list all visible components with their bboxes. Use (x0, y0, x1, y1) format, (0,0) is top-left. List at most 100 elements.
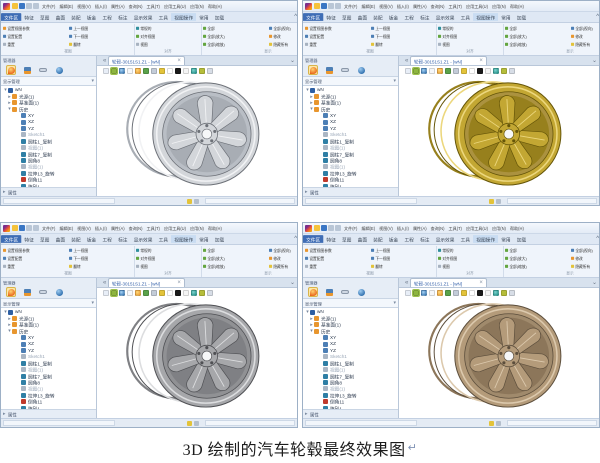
ribbon-tab-display[interactable]: 显示效果 (131, 13, 156, 21)
display-manage-dropdown[interactable]: 显示管理 ▾ (1, 77, 96, 86)
undo-icon[interactable] (26, 3, 32, 9)
ribbon-tab-engineering[interactable]: 工程 (99, 235, 115, 243)
ribbon-button[interactable]: 修改 (571, 34, 599, 39)
realistic-orange-icon[interactable] (437, 290, 443, 296)
background-black-icon[interactable] (477, 68, 483, 74)
material-green-icon[interactable] (445, 290, 451, 296)
edit-yellow-icon[interactable] (461, 290, 467, 296)
ribbon-button[interactable]: 全部(缩放) (505, 264, 545, 269)
menu-application[interactable]: 应用(N) (188, 3, 206, 9)
scene-gray-icon[interactable] (151, 290, 157, 296)
background-white-icon[interactable] (469, 290, 475, 296)
ribbon-button[interactable]: 设置配置 (3, 256, 43, 261)
scene-gray-icon[interactable] (151, 68, 157, 74)
document-tab[interactable]: 轮毂-30151S1.Z1 - [wN] × (108, 278, 185, 287)
design-tree-tab[interactable] (6, 287, 16, 297)
ribbon-button[interactable]: 对齐视图 (136, 256, 176, 261)
menu-app-tools[interactable]: 应用工具(U) (464, 3, 490, 9)
ribbon-tab-annotation[interactable]: 标注 (417, 235, 433, 243)
ribbon-button[interactable]: 全部 (203, 26, 243, 31)
tab-list-icon[interactable]: ⌄ (592, 279, 597, 286)
tab-scroll-left-icon[interactable]: « (103, 58, 106, 64)
ribbon-button[interactable]: 下一视图 (371, 34, 411, 39)
ribbon-button[interactable]: 视图 (438, 264, 478, 269)
save-icon[interactable] (321, 3, 327, 9)
save-icon[interactable] (321, 225, 327, 231)
ribbon-button[interactable]: 全部(放大) (505, 256, 545, 261)
material-green-icon[interactable] (445, 68, 451, 74)
menu-query[interactable]: 查询(N) (429, 3, 447, 9)
menu-attribute[interactable]: 属性(A) (411, 3, 429, 9)
menu-app-tools[interactable]: 应用工具(U) (464, 225, 490, 231)
ribbon-button[interactable]: 对齐视图 (136, 34, 176, 39)
stamp-tab[interactable] (22, 65, 32, 75)
ribbon-collapse-button[interactable]: ^ (294, 14, 297, 20)
paper-icon[interactable] (183, 68, 189, 74)
ribbon-tab-tools[interactable]: 工具 (156, 13, 172, 21)
realistic-orange-icon[interactable] (135, 290, 141, 296)
ribbon-tab-file[interactable]: 文件区 (303, 235, 324, 243)
menu-attribute[interactable]: 属性(A) (109, 225, 127, 231)
menu-insert[interactable]: 插入(I) (93, 225, 109, 231)
ribbon-tab-file[interactable]: 文件区 (303, 13, 324, 21)
orbit-blue-icon[interactable] (421, 68, 427, 74)
ribbon-tab-load[interactable]: 加载 (212, 13, 228, 21)
ribbon-tab-sketch[interactable]: 草图 (339, 13, 355, 21)
menu-file[interactable]: 文件(F) (342, 225, 359, 231)
menu-view[interactable]: 视图(V) (377, 225, 395, 231)
design-tree-tab[interactable] (6, 65, 16, 75)
ribbon-button[interactable]: 全部(放大) (203, 34, 243, 39)
wireframe-icon[interactable] (429, 68, 435, 74)
tab-list-icon[interactable]: ⌄ (290, 57, 295, 64)
close-tab-icon[interactable]: × (177, 58, 181, 64)
ribbon-button[interactable]: 设置视图参数 (305, 26, 345, 31)
ribbon-button[interactable]: 修改 (571, 256, 599, 261)
options-olive-icon[interactable] (199, 290, 205, 296)
ribbon-tab-feature[interactable]: 特征 (21, 13, 37, 21)
render-teal-icon[interactable] (493, 290, 499, 296)
viewport-3d[interactable] (97, 66, 297, 196)
ribbon-button[interactable]: 全部(视向) (269, 26, 297, 31)
menu-help[interactable]: 帮助(H) (206, 225, 224, 231)
ribbon-tab-sheetmetal[interactable]: 钣金 (386, 13, 402, 21)
properties-collapsed-bar[interactable]: ▸ 属性 (1, 187, 96, 196)
menu-view[interactable]: 视图(V) (377, 3, 395, 9)
ribbon-button[interactable]: 全部(放大) (505, 34, 545, 39)
menu-help[interactable]: 帮助(H) (206, 3, 224, 9)
render-teal-icon[interactable] (191, 68, 197, 74)
properties-collapsed-bar[interactable]: ▸ 属性 (303, 187, 398, 196)
ribbon-tab-assembly[interactable]: 装配 (370, 13, 386, 21)
shaded-green-icon[interactable] (110, 289, 118, 297)
ribbon-button[interactable]: 全部(视向) (571, 26, 599, 31)
ribbon-tab-engineering[interactable]: 工程 (401, 13, 417, 21)
ribbon-tab-load[interactable]: 加载 (514, 235, 530, 243)
background-white-icon[interactable] (167, 68, 173, 74)
viewport-3d[interactable] (399, 66, 599, 196)
menu-tools[interactable]: 工具(T) (145, 225, 162, 231)
render-teal-icon[interactable] (493, 68, 499, 74)
ribbon-button[interactable]: 常规的 (136, 26, 176, 31)
ribbon-tab-annotation[interactable]: 标注 (115, 13, 131, 21)
wheel-model[interactable] (123, 77, 271, 191)
ribbon-tab-load[interactable]: 加载 (212, 235, 228, 243)
ribbon-tab-surface[interactable]: 曲面 (355, 13, 371, 21)
select-icon[interactable] (103, 68, 109, 74)
ribbon-collapse-button[interactable]: ^ (596, 14, 599, 20)
ribbon-button[interactable]: 全部(视向) (571, 248, 599, 253)
undo-icon[interactable] (328, 3, 334, 9)
menu-application[interactable]: 应用(N) (490, 3, 508, 9)
display-manage-dropdown[interactable]: 显示管理 ▾ (303, 77, 398, 86)
ribbon-button[interactable]: 全部 (505, 248, 545, 253)
grid-icon[interactable] (509, 68, 515, 74)
status-gray-icon[interactable] (496, 420, 501, 426)
ribbon-button[interactable]: 对齐视图 (438, 34, 478, 39)
grid-icon[interactable] (207, 68, 213, 74)
ribbon-button[interactable]: 设置视图参数 (3, 26, 43, 31)
menu-insert[interactable]: 插入(I) (93, 3, 109, 9)
shaded-green-icon[interactable] (110, 67, 118, 75)
menu-help[interactable]: 帮助(H) (508, 3, 526, 9)
scene-tab[interactable] (356, 287, 366, 297)
ribbon-tab-feature[interactable]: 特征 (323, 13, 339, 21)
save-icon[interactable] (19, 225, 25, 231)
orbit-blue-icon[interactable] (421, 290, 427, 296)
